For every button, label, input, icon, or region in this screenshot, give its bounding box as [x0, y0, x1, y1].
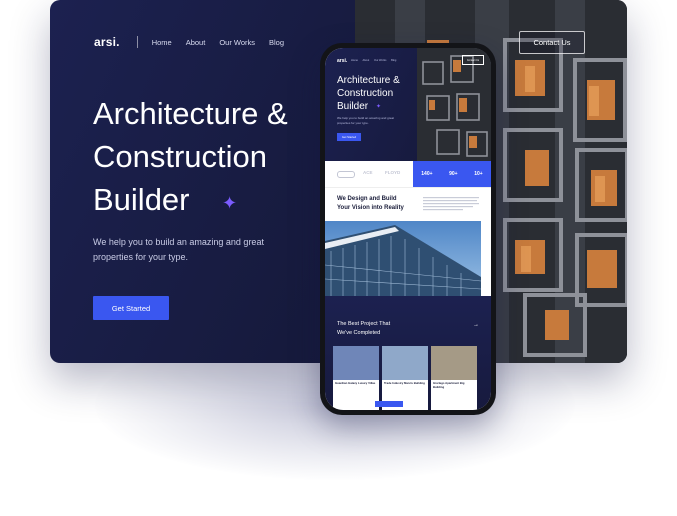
- phone-nav-home[interactable]: Home: [351, 59, 358, 62]
- partner-logo-floyd: FLOYD: [385, 170, 401, 175]
- partner-logo: [337, 171, 355, 178]
- project-card-title: Trade Industry Marvis Building: [384, 381, 425, 385]
- partner-logos-strip: ACE FLOYD 140+ 90+ 10+: [325, 161, 491, 188]
- project-card-image: [382, 346, 428, 380]
- get-started-button[interactable]: Get Started: [93, 296, 169, 320]
- phone-hero: arsi. Home About Our Works Blog Contact …: [325, 48, 491, 161]
- sparkle-icon: ✦: [222, 193, 238, 213]
- top-nav: arsi. Home About Our Works Blog: [94, 34, 298, 50]
- phone-hero-subtitle: We help you to build an amazing and grea…: [337, 116, 394, 125]
- nav-our-works[interactable]: Our Works: [219, 38, 255, 47]
- nav-blog[interactable]: Blog: [269, 38, 284, 47]
- stat-number: 10+: [474, 171, 483, 177]
- project-card-image: [333, 346, 379, 380]
- stat-number: 140+: [421, 171, 433, 177]
- project-card[interactable]: Guardian Galaxy Luxury Villas: [333, 346, 379, 410]
- phone-nav: Home About Our Works Blog: [351, 59, 400, 62]
- design-heading-line: Your Vision into Reality: [337, 204, 404, 211]
- building-exterior-photo: [325, 221, 481, 297]
- stats-bar: 140+ 90+ 10+: [413, 161, 491, 187]
- project-card-subtitle: [333, 386, 379, 387]
- nav-divider: [136, 36, 138, 48]
- projects-heading-line: We've Completed: [337, 329, 381, 336]
- project-card-subtitle: [382, 386, 428, 387]
- design-text: [423, 196, 481, 216]
- hero-title-line: Builder: [93, 182, 190, 217]
- project-card[interactable]: Giorlago Apartment Big Building: [431, 346, 477, 410]
- projects-heading: The Best Project That We've Completed: [337, 320, 417, 337]
- phone-logo[interactable]: arsi.: [337, 58, 347, 64]
- project-card-image: [431, 346, 477, 380]
- view-details-button[interactable]: [375, 401, 403, 407]
- hero-subtitle: We help you to build an amazing and grea…: [93, 237, 264, 262]
- stat-number: 90+: [449, 171, 458, 177]
- hero-title: Architecture & Construction Builder: [93, 92, 343, 221]
- stat-item: 90+: [449, 171, 457, 177]
- hero-title-line: Architecture &: [93, 96, 288, 131]
- projects-heading-line: The Best Project That: [337, 321, 391, 327]
- project-cards: Guardian Galaxy Luxury Villas Trade Indu…: [333, 346, 477, 410]
- phone-get-started-button[interactable]: Get Started: [337, 133, 361, 141]
- phone-nav-our-works[interactable]: Our Works: [374, 59, 386, 62]
- hero-title-line: Construction: [93, 139, 268, 174]
- phone-screen: arsi. Home About Our Works Blog Contact …: [325, 48, 491, 410]
- stat-item: 10+: [474, 171, 482, 177]
- nav-home[interactable]: Home: [152, 38, 172, 47]
- phone-sparkle-icon: ✦: [376, 104, 382, 110]
- phone-hero-title-line: Architecture &: [337, 75, 400, 86]
- phone-mockup: arsi. Home About Our Works Blog Contact …: [320, 43, 496, 415]
- phone-nav-blog[interactable]: Blog: [391, 59, 396, 62]
- phone-nav-about[interactable]: About: [363, 59, 370, 62]
- projects-section: The Best Project That We've Completed → …: [325, 296, 491, 410]
- project-card-title: Guardian Galaxy Luxury Villas: [335, 381, 376, 385]
- design-heading: We Design and Build Your Vision into Rea…: [337, 195, 413, 212]
- contact-us-button[interactable]: Contact Us: [519, 31, 585, 54]
- project-card-title: Giorlago Apartment Big Building: [433, 381, 465, 389]
- phone-hero-title-line: Construction: [337, 88, 394, 99]
- design-heading-line: We Design and Build: [337, 196, 397, 202]
- phone-contact-button[interactable]: Contact Us: [462, 55, 484, 65]
- partner-logo-ace: ACE: [363, 170, 373, 175]
- logo[interactable]: arsi.: [94, 35, 120, 49]
- stat-item: 140+: [421, 171, 432, 177]
- project-card-subtitle: [431, 389, 477, 390]
- arrow-right-icon[interactable]: →: [473, 322, 479, 328]
- nav-about[interactable]: About: [186, 38, 206, 47]
